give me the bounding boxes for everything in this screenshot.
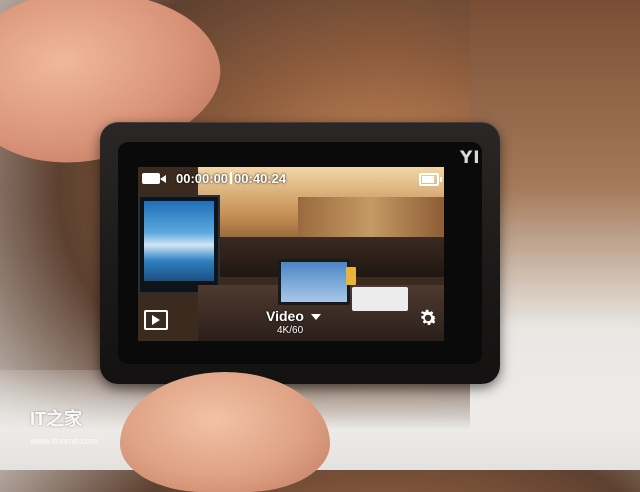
brand-logo: YI bbox=[460, 148, 481, 168]
preview-laptop bbox=[278, 259, 350, 305]
playback-icon[interactable] bbox=[144, 310, 168, 330]
preview-monitor bbox=[138, 195, 220, 294]
recording-timer: 00:00:00 00:40:24 bbox=[176, 171, 286, 186]
watermark-url: www.ithome.com bbox=[30, 436, 99, 446]
battery-fill bbox=[422, 176, 434, 183]
video-camera-icon bbox=[142, 173, 166, 184]
preview-box bbox=[352, 287, 408, 311]
remaining-time: 00:40:24 bbox=[234, 171, 287, 186]
elapsed-time: 00:00:00 bbox=[176, 171, 229, 186]
resolution-framerate: 4K/60 bbox=[277, 325, 304, 336]
camera-screen[interactable]: 00:00:00 00:40:24 Video 4K/60 bbox=[138, 167, 444, 341]
battery-icon bbox=[419, 173, 442, 186]
mode-selector-label[interactable]: Video bbox=[266, 308, 304, 324]
watermark-logo: IT之家 bbox=[30, 409, 82, 429]
timer-separator bbox=[230, 172, 233, 184]
chevron-down-icon[interactable] bbox=[311, 314, 321, 320]
settings-gear-icon[interactable] bbox=[417, 307, 439, 329]
preview-monitor-screen bbox=[144, 201, 214, 281]
preview-cup bbox=[346, 267, 356, 285]
